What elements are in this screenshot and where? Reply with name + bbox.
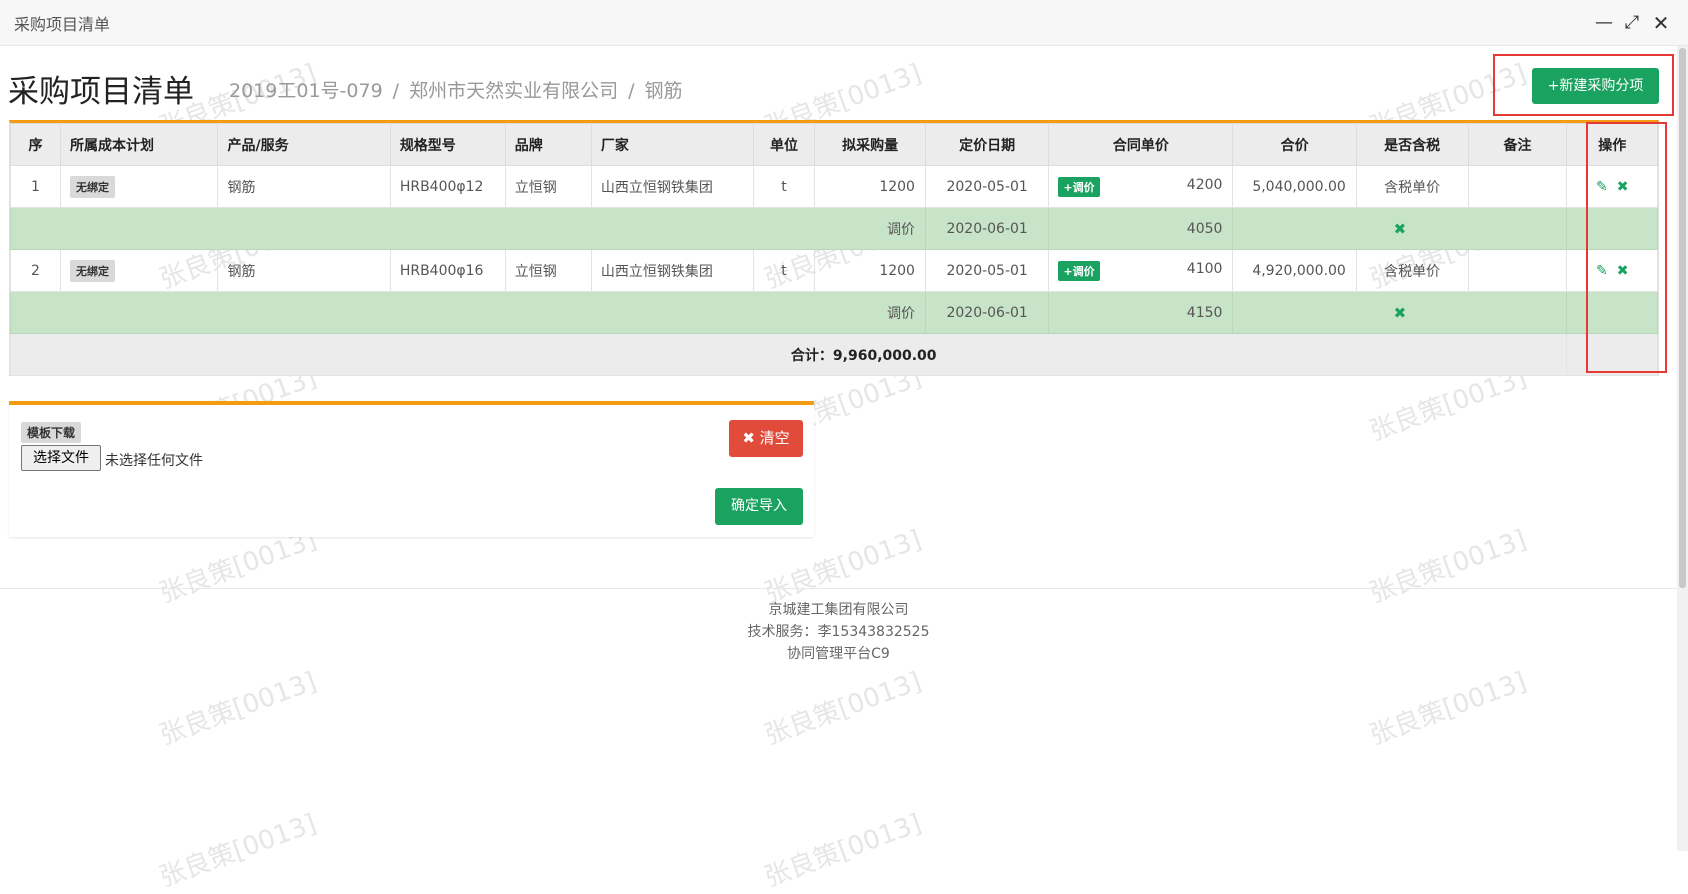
adjustment-row: 调价 2020-06-01 4050 ✖: [10, 207, 1658, 250]
cell-price: +调价 4200: [1048, 165, 1234, 208]
total-value: 合计：9,960,000.00: [9, 333, 1568, 376]
cell-maker: 山西立恒钢铁集团: [590, 165, 754, 208]
cell-note: [1467, 249, 1568, 292]
col-header-amount: 合价: [1232, 123, 1357, 166]
col-header-date: 定价日期: [924, 123, 1050, 166]
cell-date: 2020-05-01: [924, 249, 1050, 292]
col-header-unit: 单位: [752, 123, 816, 166]
cell-plan: 无绑定: [59, 249, 219, 292]
cell-brand: 立恒钢: [504, 165, 592, 208]
total-row: 合计：9,960,000.00: [9, 333, 1658, 376]
col-header-seq: 序: [10, 123, 61, 166]
cell-amount: 4,920,000.00: [1232, 249, 1357, 292]
cell-product: 钢筋: [217, 249, 391, 292]
cell-tax: 含税单价: [1355, 249, 1469, 292]
choose-file-button[interactable]: 选择文件: [21, 445, 101, 471]
cell-unit: t: [752, 249, 816, 292]
cell-spec: HRB400φ16: [389, 249, 506, 292]
delete-adjustment-icon[interactable]: ✖: [1394, 220, 1407, 238]
maximize-icon[interactable]: ⤢: [1621, 12, 1643, 34]
footer-support: 技术服务：李15343832525: [747, 624, 930, 640]
cell-price: +调价 4100: [1048, 249, 1234, 292]
scrollbar-thumb[interactable]: [1679, 48, 1686, 588]
watermark: 张良策[0013]: [1365, 666, 1531, 752]
adjustment-row: 调价 2020-06-01 4150 ✖: [10, 291, 1658, 334]
adjustment-label: 调价: [10, 207, 926, 250]
watermark: 张良策[0013]: [760, 808, 926, 894]
cell-unit: t: [752, 165, 816, 208]
cell-product: 钢筋: [217, 165, 391, 208]
adjustment-price: 4150: [1048, 291, 1234, 334]
highlight-box-new-button: [1493, 54, 1674, 116]
purchase-items-table: 序 所属成本计划 产品/服务 规格型号 品牌 厂家 单位 拟采购量 定价日期 合…: [9, 120, 1659, 376]
table-row: 2 无绑定 钢筋 HRB400φ16 立恒钢 山西立恒钢铁集团 t 1200 2…: [10, 249, 1658, 292]
adjust-price-button[interactable]: +调价: [1058, 260, 1100, 281]
cell-seq: 1: [10, 165, 61, 208]
cell-qty: 1200: [814, 165, 926, 208]
breadcrumb: 2019工01号-079/郑州市天然实业有限公司 / 钢筋: [229, 80, 683, 102]
watermark: 张良策[0013]: [155, 808, 321, 894]
table-header-row: 序 所属成本计划 产品/服务 规格型号 品牌 厂家 单位 拟采购量 定价日期 合…: [10, 123, 1658, 166]
adjustment-delete-cell: ✖: [1232, 291, 1568, 334]
window-titlebar: 采购项目清单 — ⤢ ✕: [0, 0, 1688, 46]
col-header-brand: 品牌: [504, 123, 592, 166]
cell-tax: 含税单价: [1355, 165, 1469, 208]
adjustment-date: 2020-06-01: [924, 291, 1050, 334]
import-panel: 模板下载 选择文件 未选择任何文件 ✖ 清空 确定导入: [9, 401, 814, 537]
plan-badge: 无绑定: [70, 259, 115, 282]
clear-button[interactable]: ✖ 清空: [729, 420, 803, 457]
file-status-text: 未选择任何文件: [105, 453, 203, 469]
col-header-qty: 拟采购量: [814, 123, 926, 166]
footer: 京城建工集团有限公司 技术服务：李15343832525 协同管理平台C9: [0, 588, 1677, 665]
cell-spec: HRB400φ12: [389, 165, 506, 208]
col-header-note: 备注: [1467, 123, 1568, 166]
watermark: 张良策[0013]: [155, 666, 321, 752]
adjustment-label: 调价: [10, 291, 926, 334]
plan-badge: 无绑定: [70, 175, 115, 198]
breadcrumb-company[interactable]: 郑州市天然实业有限公司: [409, 80, 618, 102]
cell-plan: 无绑定: [59, 165, 219, 208]
window-title: 采购项目清单: [14, 15, 111, 34]
col-header-spec: 规格型号: [389, 123, 506, 166]
col-header-maker: 厂家: [590, 123, 754, 166]
cell-maker: 山西立恒钢铁集团: [590, 249, 754, 292]
footer-platform: 协同管理平台C9: [787, 646, 890, 662]
cell-amount: 5,040,000.00: [1232, 165, 1357, 208]
cell-qty: 1200: [814, 249, 926, 292]
footer-company: 京城建工集团有限公司: [768, 602, 909, 618]
delete-adjustment-icon[interactable]: ✖: [1394, 304, 1407, 322]
cell-brand: 立恒钢: [504, 249, 592, 292]
price-value: 4100: [1186, 260, 1223, 277]
col-header-plan: 所属成本计划: [59, 123, 219, 166]
template-download-link[interactable]: 模板下载: [21, 422, 82, 443]
price-value: 4200: [1186, 176, 1223, 193]
cell-date: 2020-05-01: [924, 165, 1050, 208]
adjustment-date: 2020-06-01: [924, 207, 1050, 250]
adjustment-delete-cell: ✖: [1232, 207, 1568, 250]
col-header-product: 产品/服务: [217, 123, 391, 166]
cell-seq: 2: [10, 249, 61, 292]
breadcrumb-category: 钢筋: [644, 80, 683, 102]
table-row: 1 无绑定 钢筋 HRB400φ12 立恒钢 山西立恒钢铁集团 t 1200 2…: [10, 165, 1658, 208]
close-icon[interactable]: ✕: [1650, 12, 1672, 34]
adjustment-price: 4050: [1048, 207, 1234, 250]
col-header-tax: 是否含税: [1355, 123, 1469, 166]
watermark: 张良策[0013]: [760, 666, 926, 752]
confirm-import-button[interactable]: 确定导入: [715, 488, 803, 525]
minimize-icon[interactable]: —: [1593, 12, 1615, 34]
cell-note: [1467, 165, 1568, 208]
col-header-price: 合同单价: [1048, 123, 1234, 166]
adjust-price-button[interactable]: +调价: [1058, 176, 1100, 197]
page-title: 采购项目清单: [8, 74, 194, 110]
highlight-box-actions-column: [1586, 122, 1667, 373]
breadcrumb-project[interactable]: 2019工01号-079: [229, 80, 383, 102]
